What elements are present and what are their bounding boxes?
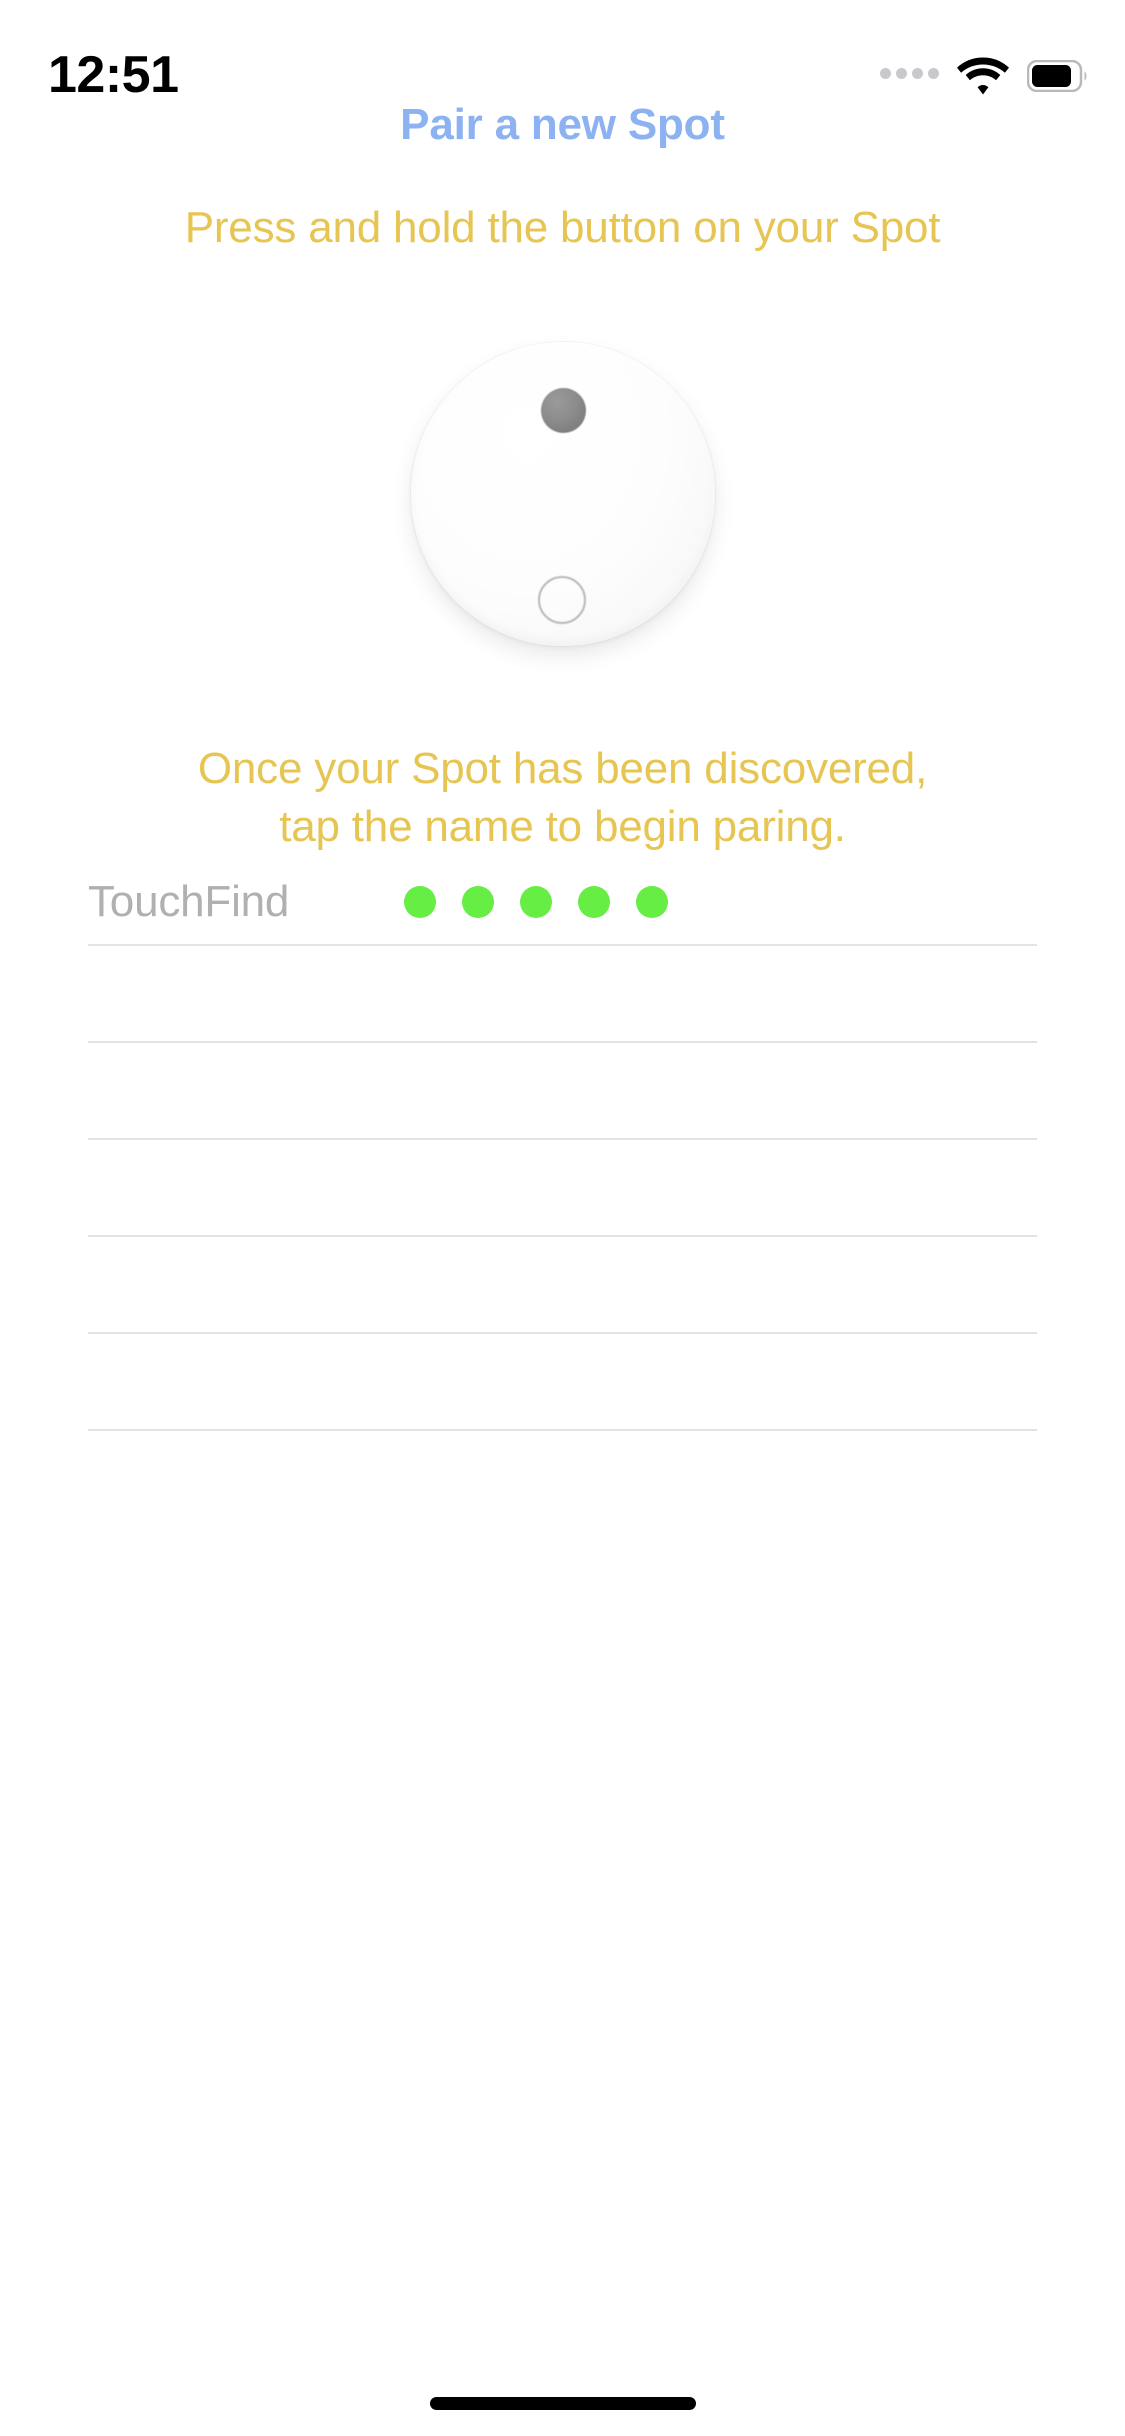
instruction-line-2: tap the name to begin paring. bbox=[279, 802, 846, 851]
signal-dots-icon bbox=[880, 67, 939, 85]
instruction-text-top: Press and hold the button on your Spot bbox=[184, 203, 941, 252]
list-item[interactable] bbox=[88, 1140, 1037, 1237]
instruction-text-bottom: Once your Spot has been discovered, tap … bbox=[0, 740, 1125, 856]
list-item[interactable] bbox=[88, 1334, 1037, 1431]
signal-strength-indicator bbox=[404, 886, 668, 918]
signal-dot bbox=[578, 886, 610, 918]
wifi-icon bbox=[957, 57, 1009, 95]
list-item[interactable] bbox=[88, 1237, 1037, 1334]
signal-dot bbox=[636, 886, 668, 918]
tracker-led-ring-icon bbox=[537, 576, 586, 624]
list-item[interactable] bbox=[88, 1043, 1037, 1140]
home-indicator[interactable] bbox=[429, 2397, 696, 2410]
signal-dot bbox=[404, 886, 436, 918]
page-title: Pair a new Spot bbox=[400, 100, 725, 149]
battery-icon bbox=[1027, 60, 1089, 92]
signal-dot bbox=[520, 886, 552, 918]
status-bar-time: 12:51 bbox=[48, 46, 179, 104]
list-item[interactable] bbox=[88, 946, 1037, 1043]
tracker-button-icon bbox=[540, 388, 586, 433]
device-name-label: TouchFind bbox=[88, 877, 290, 926]
discovered-devices-list: TouchFind bbox=[0, 860, 1125, 1431]
instruction-line-1: Once your Spot has been discovered, bbox=[197, 744, 928, 793]
list-item[interactable]: TouchFind bbox=[88, 860, 1037, 946]
status-bar-indicators bbox=[880, 46, 1089, 106]
spot-tracker-illustration bbox=[0, 338, 1125, 668]
signal-dot bbox=[462, 886, 494, 918]
